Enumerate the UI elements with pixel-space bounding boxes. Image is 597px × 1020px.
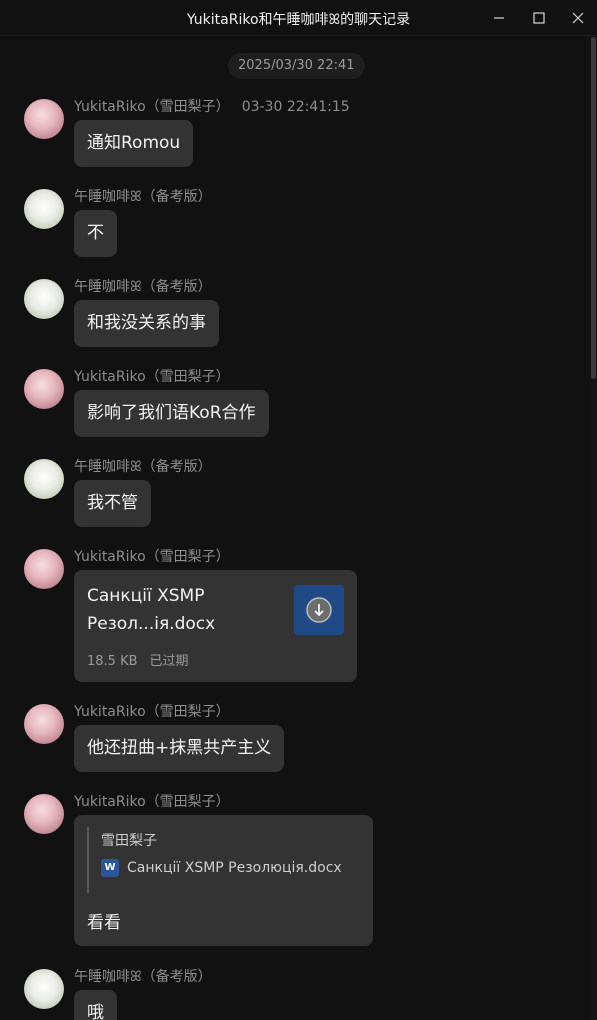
- avatar-yukitariko[interactable]: [24, 369, 64, 409]
- file-name: Санкції XSMP Резол...ія.docx: [87, 586, 216, 634]
- message-bubble[interactable]: 通知Romou: [74, 120, 194, 167]
- sender-name: 午睡咖啡ꕤ（备考版）: [74, 279, 212, 295]
- message-bubble[interactable]: 和我没关系的事: [74, 300, 219, 347]
- message-time: 03-30 22:41:15: [241, 99, 350, 115]
- quoted-file-name: Санкції XSMP Резолюція.docx: [127, 860, 342, 876]
- message-bubble[interactable]: 他还扭曲+抹黑共产主义: [74, 725, 285, 772]
- maximize-icon: [533, 12, 545, 24]
- sender-name: 午睡咖啡ꕤ（备考版）: [74, 459, 212, 475]
- date-separator: 2025/03/30 22:41: [228, 53, 365, 79]
- quoted-file[interactable]: W Санкції XSMP Резолюція.docx: [101, 859, 342, 877]
- avatar-wushui[interactable]: [24, 189, 64, 229]
- avatar-yukitariko[interactable]: [24, 549, 64, 589]
- quote-bar: [87, 827, 89, 893]
- sender-name: 午睡咖啡ꕤ（备考版）: [74, 969, 212, 985]
- title-bar: YukitaRiko和午睡咖啡ꕤ的聊天记录: [0, 0, 597, 36]
- avatar-wushui[interactable]: [24, 279, 64, 319]
- minimize-button[interactable]: [486, 6, 512, 30]
- sender-name: YukitaRiko（雪田梨子）: [74, 369, 230, 385]
- sender-name: YukitaRiko（雪田梨子）: [74, 794, 230, 810]
- maximize-button[interactable]: [526, 6, 552, 30]
- download-button[interactable]: [294, 585, 344, 635]
- scrollbar-thumb[interactable]: [591, 37, 596, 379]
- sender-name: YukitaRiko（雪田梨子） 03-30 22:41:15: [74, 99, 350, 115]
- quote-author: 雪田梨子: [101, 833, 157, 849]
- avatar-yukitariko[interactable]: [24, 99, 64, 139]
- sender-name: YukitaRiko（雪田梨子）: [74, 549, 230, 565]
- message-bubble[interactable]: 影响了我们语KoR合作: [74, 390, 269, 437]
- message-bubble[interactable]: 我不管: [74, 480, 151, 527]
- file-card[interactable]: Санкції XSMP Резол...ія.docx 18.5 KB 已过期: [74, 570, 357, 682]
- close-icon: [572, 12, 584, 24]
- file-meta: 18.5 KB 已过期: [87, 650, 189, 669]
- avatar-wushui[interactable]: [24, 459, 64, 499]
- chat-history[interactable]: 2025/03/30 22:41 YukitaRiko（雪田梨子） 03-30 2…: [0, 37, 589, 1020]
- avatar-yukitariko[interactable]: [24, 794, 64, 834]
- reply-text: 看看: [87, 913, 121, 933]
- close-button[interactable]: [565, 6, 591, 30]
- file-size: 18.5 KB: [87, 654, 138, 669]
- avatar-yukitariko[interactable]: [24, 704, 64, 744]
- message-bubble[interactable]: 不: [74, 210, 117, 257]
- file-status: 已过期: [149, 654, 189, 669]
- scrollbar[interactable]: [589, 37, 597, 1020]
- avatar-wushui[interactable]: [24, 969, 64, 1009]
- message-bubble[interactable]: 哦: [74, 990, 117, 1020]
- minimize-icon: [494, 17, 504, 19]
- sender-name: YukitaRiko（雪田梨子）: [74, 704, 230, 720]
- download-icon: [306, 597, 332, 623]
- sender-name: 午睡咖啡ꕤ（备考版）: [74, 189, 212, 205]
- reply-bubble[interactable]: 雪田梨子 W Санкції XSMP Резолюція.docx 看看: [74, 815, 373, 946]
- word-doc-icon: W: [101, 859, 119, 877]
